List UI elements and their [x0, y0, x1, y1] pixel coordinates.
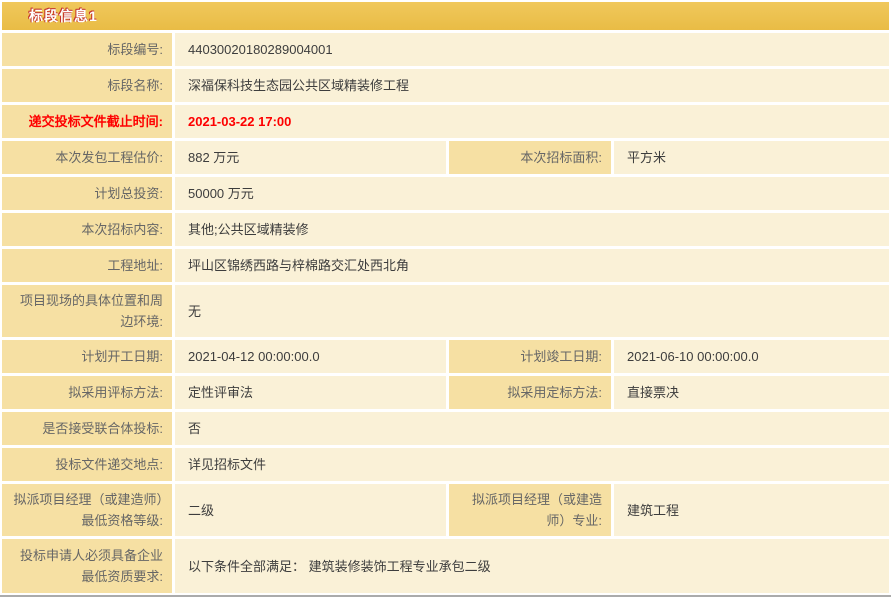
field-label: 是否接受联合体投标: — [2, 412, 172, 445]
field-value: 50000 万元 — [175, 177, 889, 210]
table-row-total-investment: 计划总投资: 50000 万元 — [2, 177, 889, 210]
field-label: 拟派项目经理（或建造师）最低资格等级: — [2, 484, 172, 536]
field-value: 其他;公共区域精装修 — [175, 213, 889, 246]
table-row-project-manager-qualification: 拟派项目经理（或建造师）最低资格等级: 二级 拟派项目经理（或建造师）专业: 建… — [2, 484, 889, 536]
field-value: 二级 — [175, 484, 446, 536]
field-label: 拟采用评标方法: — [2, 376, 172, 409]
field-label: 标段名称: — [2, 69, 172, 102]
field-value: 44030020180289004001 — [175, 33, 889, 66]
table-row-consortium-bid: 是否接受联合体投标: 否 — [2, 412, 889, 445]
field-value: 平方米 — [614, 141, 889, 174]
field-label: 计划开工日期: — [2, 340, 172, 373]
field-label: 拟派项目经理（或建造师）专业: — [449, 484, 611, 536]
field-label: 标段编号: — [2, 33, 172, 66]
table-row-bid-deadline: 递交投标文件截止时间: 2021-03-22 17:00 — [2, 105, 889, 138]
table-row-estimate-and-area: 本次发包工程估价: 882 万元 本次招标面积: 平方米 — [2, 141, 889, 174]
field-label: 递交投标文件截止时间: — [2, 105, 172, 138]
table-row-applicant-qualification: 投标申请人必须具备企业最低资质要求: 以下条件全部满足： 建筑装修装饰工程专业承… — [2, 539, 889, 593]
field-value: 2021-03-22 17:00 — [175, 105, 889, 138]
field-value: 2021-04-12 00:00:00.0 — [175, 340, 446, 373]
field-label: 工程地址: — [2, 249, 172, 282]
bid-section-info-panel: 标段信息1 标段编号: 44030020180289004001 标段名称: 深… — [0, 0, 891, 597]
field-label: 本次招标面积: — [449, 141, 611, 174]
field-value: 无 — [175, 285, 889, 337]
field-value: 坪山区锦绣西路与梓棉路交汇处西北角 — [175, 249, 889, 282]
section-title: 标段信息1 — [29, 6, 98, 26]
field-label: 项目现场的具体位置和周边环境: — [2, 285, 172, 337]
table-row-evaluation-methods: 拟采用评标方法: 定性评审法 拟采用定标方法: 直接票决 — [2, 376, 889, 409]
table-row-section-name: 标段名称: 深福保科技生态园公共区域精装修工程 — [2, 69, 889, 102]
field-value: 882 万元 — [175, 141, 446, 174]
field-value: 深福保科技生态园公共区域精装修工程 — [175, 69, 889, 102]
field-label: 投标文件递交地点: — [2, 448, 172, 481]
field-label: 拟采用定标方法: — [449, 376, 611, 409]
field-value: 否 — [175, 412, 889, 445]
section-header-bar: 标段信息1 — [2, 2, 889, 30]
table-row-bid-content: 本次招标内容: 其他;公共区域精装修 — [2, 213, 889, 246]
field-label: 计划竣工日期: — [449, 340, 611, 373]
field-value: 定性评审法 — [175, 376, 446, 409]
field-label: 本次招标内容: — [2, 213, 172, 246]
field-label: 本次发包工程估价: — [2, 141, 172, 174]
field-value: 建筑工程 — [614, 484, 889, 536]
field-value: 2021-06-10 00:00:00.0 — [614, 340, 889, 373]
table-row-submission-place: 投标文件递交地点: 详见招标文件 — [2, 448, 889, 481]
field-label: 投标申请人必须具备企业最低资质要求: — [2, 539, 172, 593]
table-row-site-environment: 项目现场的具体位置和周边环境: 无 — [2, 285, 889, 337]
field-value: 详见招标文件 — [175, 448, 889, 481]
table-row-section-code: 标段编号: 44030020180289004001 — [2, 33, 889, 66]
field-label: 计划总投资: — [2, 177, 172, 210]
field-value: 直接票决 — [614, 376, 889, 409]
table-row-project-address: 工程地址: 坪山区锦绣西路与梓棉路交汇处西北角 — [2, 249, 889, 282]
field-value: 以下条件全部满足： 建筑装修装饰工程专业承包二级 — [175, 539, 889, 593]
table-row-start-end-date: 计划开工日期: 2021-04-12 00:00:00.0 计划竣工日期: 20… — [2, 340, 889, 373]
